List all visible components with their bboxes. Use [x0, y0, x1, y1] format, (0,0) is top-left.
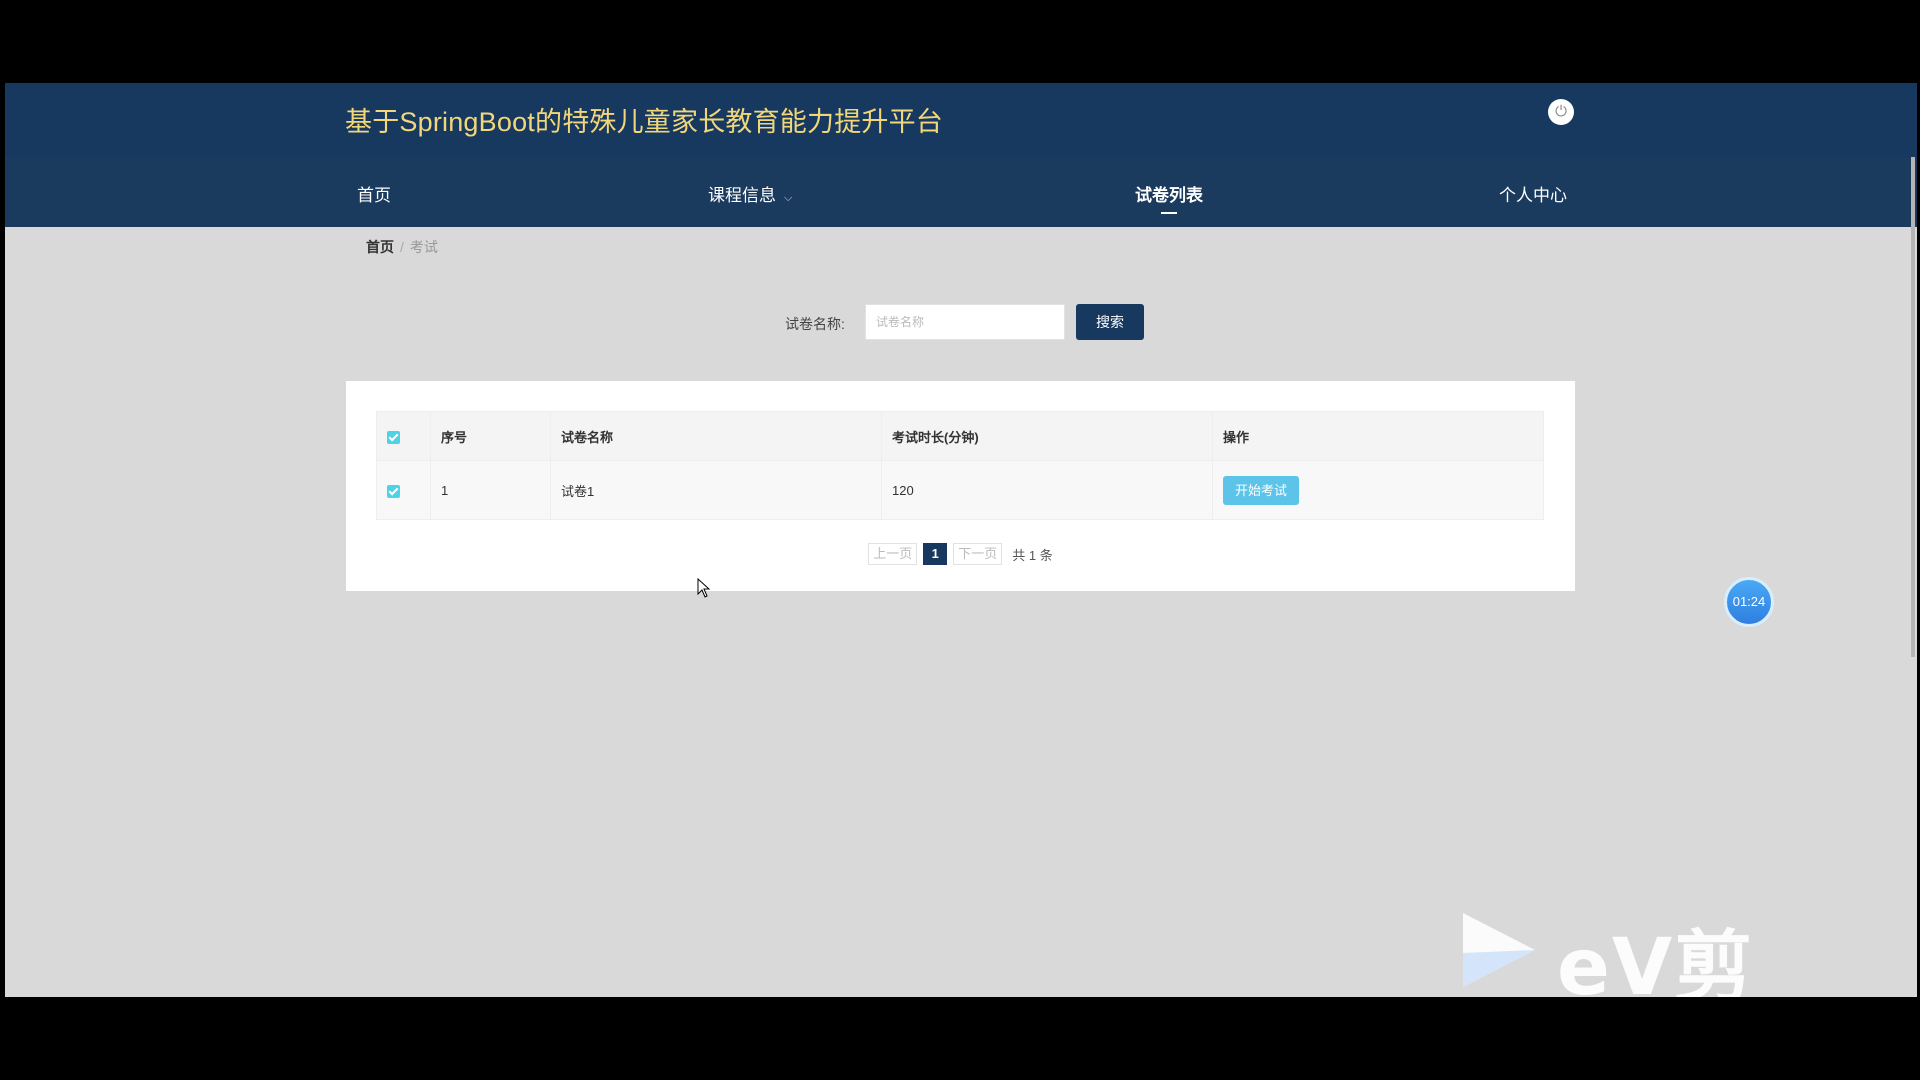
col-header-name: 试卷名称 — [550, 411, 882, 461]
nav-label: 试卷列表 — [1135, 186, 1203, 205]
next-page-button[interactable]: 下一页 — [953, 543, 1003, 565]
select-all-checkbox[interactable] — [387, 430, 400, 444]
breadcrumb-home[interactable]: 首页 — [366, 239, 394, 255]
power-icon[interactable]: ⏻ — [1548, 99, 1574, 125]
search-label: 试卷名称: — [785, 316, 845, 332]
chevron-down-icon: ⌵ — [784, 192, 793, 204]
prev-page-button[interactable]: 上一页 — [868, 543, 918, 565]
col-header-action: 操作 — [1212, 411, 1544, 461]
nav-item-course-info[interactable]: 课程信息 ⌵ — [708, 181, 792, 206]
nav-label: 个人中心 — [1499, 186, 1567, 205]
col-header-index: 序号 — [430, 411, 551, 461]
cell-duration: 120 — [881, 460, 1213, 520]
watermark-text: eV剪辑 — [1557, 923, 1755, 997]
breadcrumb-separator: / — [400, 239, 404, 255]
main-nav: 首页 课程信息 ⌵ 试卷列表 个人中心 — [5, 157, 1917, 227]
watermark-logo: eV剪辑 — [1453, 905, 1833, 997]
app-frame: 基于SpringBoot的特殊儿童家长教育能力提升平台 ⏻ 首页 课程信息 ⌵ 试… — [5, 83, 1917, 997]
play-logo-icon — [1463, 913, 1535, 987]
nav-item-home[interactable]: 首页 — [357, 181, 391, 206]
nav-item-profile[interactable]: 个人中心 — [1499, 181, 1567, 206]
exam-table: 序号 试卷名称 考试时长(分钟) 操作 1 试卷1 120 开始考试 — [376, 411, 1544, 520]
start-exam-button[interactable]: 开始考试 — [1223, 475, 1300, 505]
cell-index: 1 — [430, 460, 551, 520]
current-page-button[interactable]: 1 — [923, 543, 948, 565]
pagination: 上一页 1 下一页共 1 条 — [346, 543, 1575, 565]
search-button[interactable]: 搜索 — [1076, 304, 1144, 340]
active-indicator — [1161, 212, 1177, 214]
nav-label: 课程信息 — [708, 186, 776, 205]
timer-badge: 01:24 — [1724, 577, 1774, 627]
breadcrumb: 首页 / 考试 — [366, 237, 438, 257]
scrollbar[interactable] — [1911, 157, 1915, 657]
row-checkbox[interactable] — [387, 484, 400, 498]
cell-action: 开始考试 — [1212, 460, 1544, 520]
col-header-duration: 考试时长(分钟) — [881, 411, 1213, 461]
cell-name: 试卷1 — [550, 460, 882, 520]
row-select-cell — [376, 460, 431, 520]
search-input[interactable] — [865, 304, 1065, 340]
breadcrumb-current: 考试 — [409, 239, 438, 255]
mouse-pointer-icon — [697, 578, 711, 598]
top-header: 基于SpringBoot的特殊儿童家长教育能力提升平台 ⏻ — [5, 83, 1917, 157]
exam-list-panel: 序号 试卷名称 考试时长(分钟) 操作 1 试卷1 120 开始考试 上一页 1 下… — [346, 381, 1575, 591]
pagination-total: 共 1 条 — [1012, 547, 1053, 563]
nav-label: 首页 — [357, 186, 391, 205]
table-header-row: 序号 试卷名称 考试时长(分钟) 操作 — [376, 411, 1544, 461]
select-all-cell — [376, 411, 431, 461]
table-row: 1 试卷1 120 开始考试 — [376, 460, 1544, 520]
nav-item-exam-list[interactable]: 试卷列表 — [1135, 181, 1203, 214]
site-title: 基于SpringBoot的特殊儿童家长教育能力提升平台 — [345, 107, 943, 137]
